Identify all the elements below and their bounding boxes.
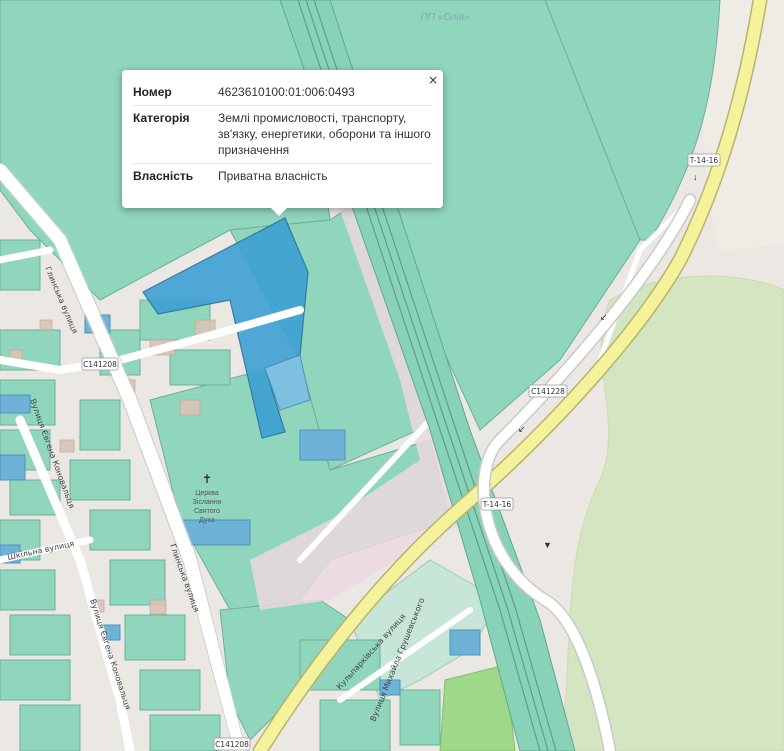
info-key-number: Номер (133, 80, 218, 106)
direction-arrow-icon: ↙ (600, 312, 608, 322)
shield-c141208-b: C141208 (213, 737, 251, 751)
parcel-info-table: Номер 4623610100:01:006:0493 Категорія З… (133, 80, 433, 189)
direction-arrow-icon: ▼ (543, 540, 552, 550)
shield-c141228: C141228 (528, 384, 568, 398)
svg-text:Зіслання: Зіслання (193, 498, 222, 506)
shield-t1416-a: T-14-16 (687, 153, 721, 167)
info-value-ownership: Приватна власність (218, 169, 328, 183)
svg-text:C141208: C141208 (83, 360, 117, 369)
parcel-info-popup: × Номер 4623610100:01:006:0493 Категорія… (122, 70, 443, 208)
info-key-category: Категорія (133, 105, 218, 164)
shield-c141208-a: C141208 (81, 357, 119, 371)
svg-text:C141228: C141228 (531, 387, 565, 396)
popup-pointer (270, 207, 288, 216)
info-row-number: Номер 4623610100:01:006:0493 (133, 80, 433, 106)
info-key-ownership: Власність (133, 169, 194, 183)
direction-arrow-icon: ↙ (518, 424, 526, 434)
church-icon: ✝ (202, 472, 212, 486)
info-row-category: Категорія Землі промисловості, транспорт… (133, 105, 433, 164)
svg-text:T-14-16: T-14-16 (689, 156, 719, 165)
info-row-ownership: Власність Приватна власність (133, 164, 433, 190)
close-icon[interactable]: × (428, 73, 438, 87)
svg-text:Духа: Духа (199, 517, 215, 524)
poi-label-oliar: ПП «Олія» (420, 12, 470, 23)
svg-text:Святого: Святого (194, 508, 220, 515)
info-value-number: 4623610100:01:006:0493 (218, 80, 433, 106)
svg-text:C141208: C141208 (215, 740, 249, 749)
info-value-category: Землі промисловості, транспорту, зв'язку… (218, 105, 433, 164)
shield-t1416-b: T-14-16 (480, 497, 514, 511)
svg-text:T-14-16: T-14-16 (482, 500, 512, 509)
svg-text:Церква: Церква (195, 490, 219, 497)
direction-arrow-icon: ↓ (693, 172, 698, 182)
